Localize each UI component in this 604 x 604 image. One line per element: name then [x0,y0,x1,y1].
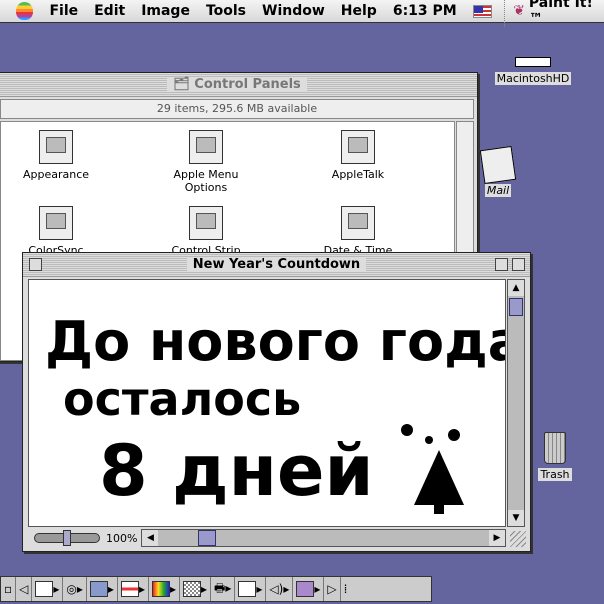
file-sharing-module-icon[interactable]: ▸ [87,577,118,601]
scroll-left-arrow-icon[interactable]: ◀ [142,530,159,546]
menu-image[interactable]: Image [133,3,198,19]
appletalk-icon [341,130,375,164]
drawing-line-3: 8 дней [99,430,374,512]
zoom-level: 100% [106,531,138,545]
control-panel-date-time[interactable]: Date & Time [303,206,413,257]
mail-icon [479,145,517,185]
control-panel-apple-menu-options[interactable]: Apple Menu Options [151,130,261,194]
desktop-icon-trash[interactable]: Trash [535,432,575,481]
window-title: New Year's Countdown [186,257,367,272]
zoom-slider-thumb[interactable] [63,530,71,546]
printer-module-icon[interactable]: 🖶▸ [211,577,236,601]
keyboard-flag-icon[interactable] [472,4,493,18]
vertical-scrollbar[interactable]: ▲ ▼ [507,279,525,527]
scroll-down-arrow-icon[interactable]: ▼ [508,510,524,526]
menu-edit[interactable]: Edit [86,3,133,19]
date-time-icon [341,206,375,240]
control-panel-control-strip[interactable]: Control Strip [151,206,261,257]
horizontal-scrollbar[interactable]: ◀ ▶ [141,529,506,547]
keychain-module-icon[interactable]: ▸ [293,577,325,601]
hard-drive-icon [515,57,551,67]
apple-menu-icon[interactable] [16,2,34,20]
menu-file[interactable]: File [41,3,86,19]
countdown-window: New Year's Countdown До нового года оста… [22,252,531,552]
item-label: Apple Menu Options [173,168,239,194]
folder-icon: 🗂 [173,77,190,92]
zoom-box[interactable] [495,258,508,271]
window-title: Control Panels [194,77,301,92]
menu-tools[interactable]: Tools [198,3,254,19]
monitor-depth-module-icon[interactable]: ▸ [149,577,180,601]
appletalk-module-icon[interactable]: ▸ [118,577,149,601]
desktop-icon-mail[interactable]: Mail [478,145,518,197]
countdown-titlebar[interactable]: New Year's Countdown [23,253,530,277]
scroll-right-arrow-icon[interactable]: ▶ [489,530,505,546]
drawing-line-1: До нового года [45,310,506,373]
zoom-slider[interactable] [34,530,100,546]
paint-app-icon: ❦ [513,3,525,19]
colorsync-icon [39,206,73,240]
strip-scroll-right-icon[interactable]: ▷ [324,577,341,601]
window-info-bar: 29 items, 295.6 MB available [0,99,474,119]
scroll-up-arrow-icon[interactable]: ▲ [508,280,524,296]
sound-volume-icon[interactable]: ◁)▸ [266,577,294,601]
icon-label: Trash [538,468,572,481]
menu-clock[interactable]: 6:13 PM [385,3,465,19]
apple-menu-options-icon [189,130,223,164]
drawing-canvas[interactable]: До нового года осталось 8 дней [28,279,506,527]
drawing-line-2: осталось [63,372,301,426]
control-strip-icon [189,206,223,240]
control-panel-appearance[interactable]: Appearance [1,130,111,181]
trash-icon [544,432,566,464]
handwritten-drawing: До нового года осталось 8 дней [45,310,506,514]
icon-label: MacintoshHD [494,72,572,85]
strip-drag-tab[interactable]: ⁞ [341,577,351,601]
location-module-icon[interactable]: ▸ [235,577,267,601]
resize-grip[interactable] [510,531,526,547]
close-box[interactable] [29,258,42,271]
control-panels-titlebar[interactable]: 🗂 Control Panels [0,73,477,97]
scroll-thumb[interactable] [198,530,217,546]
control-panel-colorsync[interactable]: ColorSync [1,206,111,257]
app-name: Paint It!™ [528,0,593,27]
strip-collapse-button[interactable]: ▫ [1,577,17,601]
scroll-thumb[interactable] [509,298,523,316]
cd-module-icon[interactable]: ◎▸ [63,577,87,601]
collapse-box[interactable] [512,258,525,271]
appearance-icon [39,130,73,164]
item-label: AppleTalk [331,168,385,181]
menu-window[interactable]: Window [254,3,333,19]
desktop-icon-macintosh-hd[interactable]: MacintoshHD [493,57,573,85]
control-strip: ▫ ◁ ▸ ◎▸ ▸ ▸ ▸ ▸ 🖶▸ ▸ ◁)▸ ▸ ▷ ⁞ [0,576,432,602]
control-panel-appletalk[interactable]: AppleTalk [303,130,413,181]
item-label: Appearance [22,168,90,181]
bottom-bar: 100% ◀ ▶ [28,529,506,547]
resolution-module-icon[interactable]: ▸ [180,577,212,601]
icon-label: Mail [484,184,512,197]
computer-module-icon[interactable]: ▸ [32,577,64,601]
application-menu[interactable]: ❦ Paint It!™ [504,0,604,27]
strip-scroll-left-icon[interactable]: ◁ [16,577,33,601]
menu-bar: File Edit Image Tools Window Help 6:13 P… [0,0,604,27]
christmas-tree-doodle [401,424,464,514]
menu-help[interactable]: Help [333,3,385,19]
